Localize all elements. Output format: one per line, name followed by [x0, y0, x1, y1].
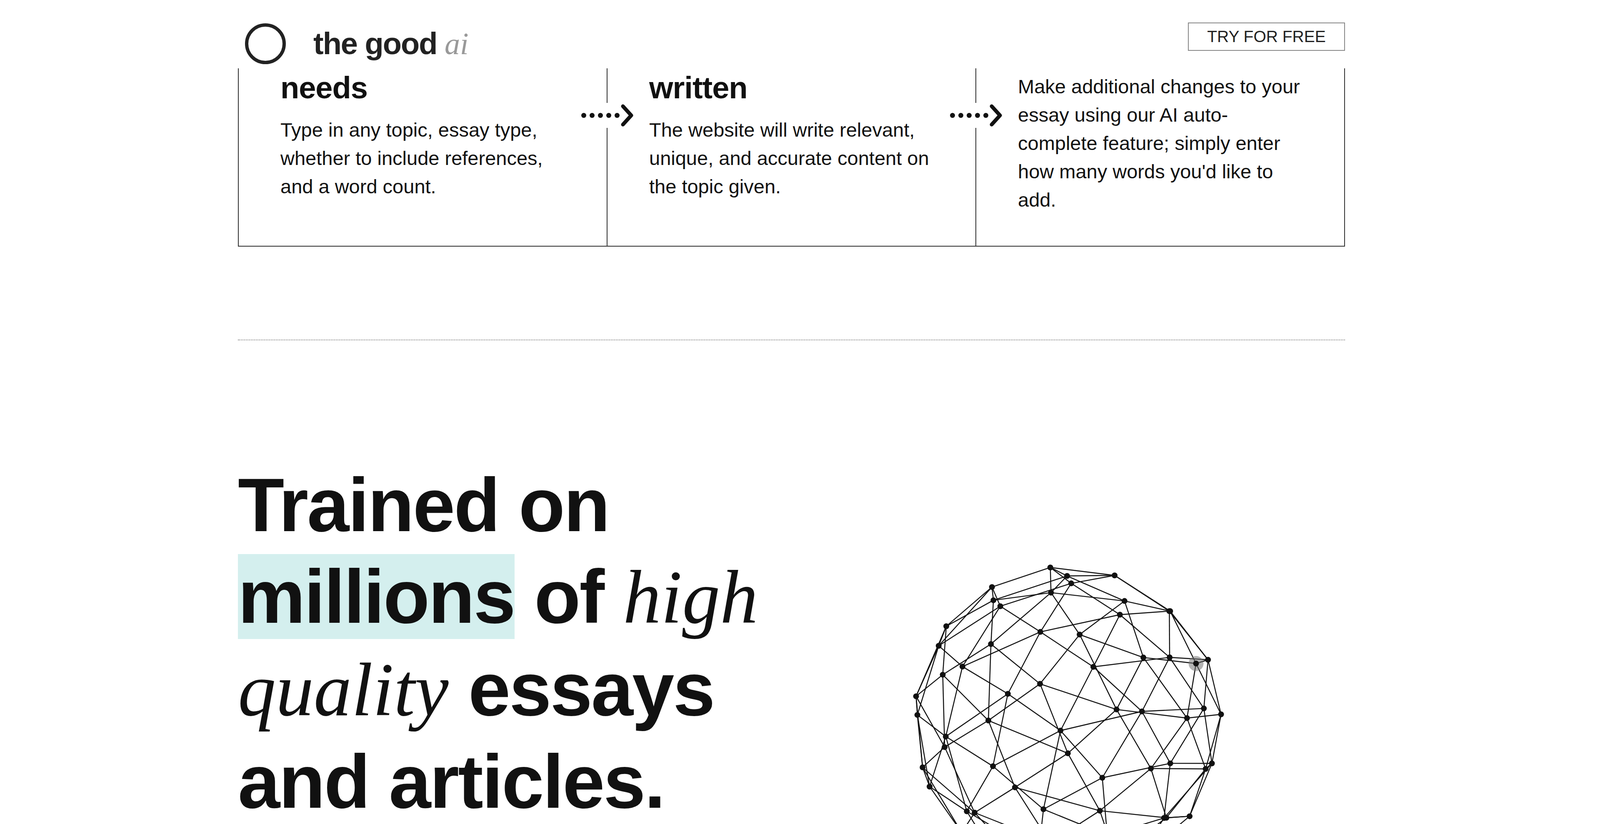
step-card: Make additional changes to your essay us…	[976, 68, 1345, 246]
headline-segment: millions	[237, 554, 515, 640]
dotted-arrow-icon	[948, 102, 1004, 128]
headline-line: quality essays	[237, 643, 897, 736]
headline: Trained onmillions of highquality essays…	[237, 459, 897, 824]
headline-line: millions of high	[237, 550, 897, 644]
headline-segment: of	[514, 554, 624, 640]
feature-section: Trained onmillions of highquality essays…	[237, 459, 1345, 824]
headline-segment: quality	[237, 647, 449, 732]
brand-name: the good ai	[313, 25, 469, 62]
page: the good ai TRY FOR FREE needs Type in any …	[0, 0, 1600, 824]
step-title: needs	[280, 72, 570, 104]
step-card: written The website will write relevant, …	[607, 68, 977, 246]
site-header: the good ai TRY FOR FREE	[237, 0, 1345, 69]
try-for-free-button[interactable]: TRY FOR FREE	[1187, 22, 1345, 51]
step-body: Make additional changes to your essay us…	[1017, 72, 1307, 215]
step-body: Type in any topic, essay type, whether t…	[280, 115, 570, 201]
step-card: needs Type in any topic, essay type, whet…	[238, 68, 608, 246]
wireframe-sphere-icon	[904, 559, 1230, 824]
logo-circle-icon	[245, 23, 286, 65]
brand[interactable]: the good ai	[245, 23, 469, 65]
steps-row: needs Type in any topic, essay type, whet…	[237, 68, 1345, 247]
step-title: written	[649, 72, 938, 104]
headline-line: Trained on	[237, 459, 897, 551]
headline-segment: and articles.	[237, 739, 665, 824]
headline-segment: Trained on	[237, 462, 609, 548]
headline-segment: high	[623, 555, 759, 640]
headline-line: and articles.	[237, 735, 897, 824]
section-divider	[237, 339, 1345, 341]
headline-segment: essays	[448, 646, 714, 732]
dotted-arrow-icon	[579, 102, 635, 128]
brand-accent: ai	[444, 26, 469, 61]
step-body: The website will write relevant, unique,…	[649, 115, 938, 201]
